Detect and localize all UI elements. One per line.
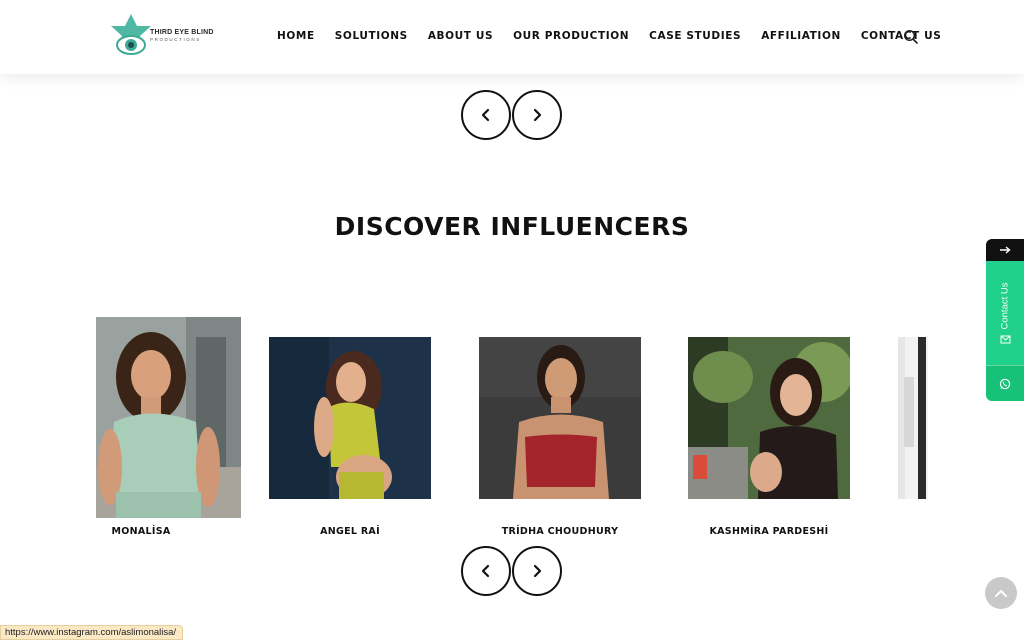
mail-icon — [1000, 335, 1010, 343]
influencer-photo-monalisa[interactable] — [96, 317, 241, 518]
prev-slide-button[interactable] — [461, 546, 511, 596]
search-icon[interactable] — [903, 29, 919, 45]
nav-our-production[interactable]: OUR PRODUCTION — [513, 30, 629, 42]
nav-contact-us[interactable]: CONTACT US — [861, 30, 942, 42]
contact-us-button[interactable]: Contact Us — [986, 261, 1024, 365]
influencer-name[interactable]: MONALİSA — [96, 526, 186, 537]
collapse-widget-button[interactable] — [986, 239, 1024, 261]
nav-about-us[interactable]: ABOUT US — [428, 30, 493, 42]
contact-side-widget: Contact Us — [986, 239, 1024, 401]
logo-subtitle: PRODUCTIONS — [150, 37, 201, 43]
contact-us-label: Contact Us — [999, 282, 1011, 329]
chevron-left-icon — [481, 108, 490, 122]
whatsapp-button[interactable] — [986, 365, 1024, 401]
eye-logo-icon — [111, 14, 151, 55]
influencer-name[interactable]: TRİDHA CHOUDHURY — [479, 526, 641, 537]
next-slide-button[interactable] — [512, 546, 562, 596]
whatsapp-icon — [999, 378, 1011, 389]
site-header: THIRD EYE BLIND PRODUCTIONS HOME SOLUTIO… — [0, 0, 1024, 74]
next-slide-button-top[interactable] — [512, 90, 562, 140]
chevron-right-icon — [533, 108, 542, 122]
status-bar-url: https://www.instagram.com/aslimonalisa/ — [0, 625, 184, 640]
influencer-photo-angel-rai[interactable] — [269, 337, 431, 499]
prev-slide-button-top[interactable] — [461, 90, 511, 140]
section-title: DISCOVER INFLUENCERS — [334, 212, 690, 241]
chevron-left-icon — [481, 564, 490, 578]
influencer-name[interactable]: KASHMİRA PARDESHİ — [688, 526, 850, 537]
nav-affiliation[interactable]: AFFILIATION — [761, 30, 841, 42]
site-logo[interactable]: THIRD EYE BLIND PRODUCTIONS — [106, 12, 216, 60]
nav-case-studies[interactable]: CASE STUDIES — [649, 30, 741, 42]
chevron-up-icon — [995, 589, 1007, 597]
influencer-photo-tridha-choudhury[interactable] — [479, 337, 641, 499]
main-nav: HOME SOLUTIONS ABOUT US OUR PRODUCTION C… — [277, 30, 941, 42]
influencer-name[interactable]: ANGEL RAİ — [269, 526, 431, 537]
influencer-photo-kashmira-pardeshi[interactable] — [688, 337, 850, 499]
influencer-photo-partial[interactable] — [898, 337, 928, 499]
scroll-to-top-button[interactable] — [985, 577, 1017, 609]
nav-solutions[interactable]: SOLUTIONS — [335, 30, 408, 42]
logo-title: THIRD EYE BLIND — [150, 29, 214, 37]
chevron-right-icon — [533, 564, 542, 578]
arrow-right-icon — [1000, 246, 1011, 254]
nav-home[interactable]: HOME — [277, 30, 315, 42]
